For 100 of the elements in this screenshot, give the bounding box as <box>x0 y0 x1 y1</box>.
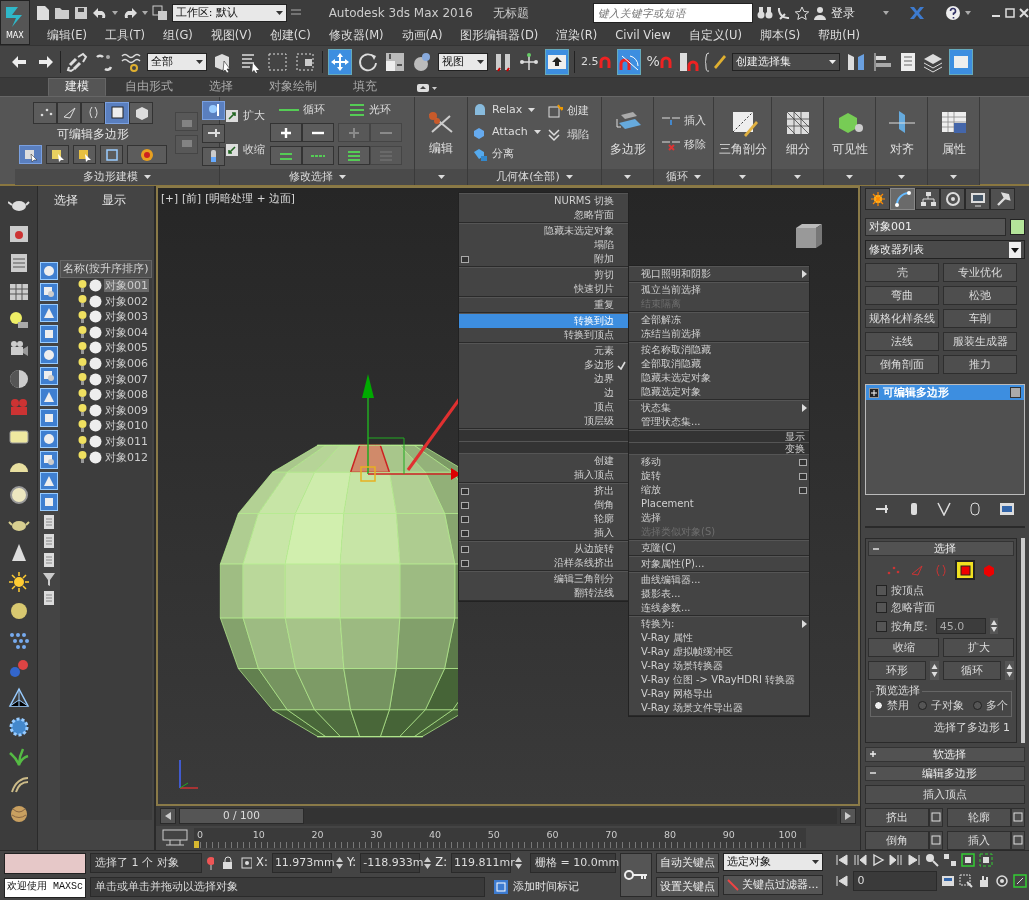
application-button[interactable]: MAX <box>0 0 30 45</box>
rollout-header[interactable]: 编辑多边形 <box>865 766 1025 781</box>
menu-item[interactable]: 隐藏选定对象 <box>629 385 809 399</box>
menu-item[interactable]: 修改器(M) <box>319 28 393 43</box>
modifier-button[interactable]: 松弛 <box>943 286 1017 306</box>
object-name-field[interactable]: 对象001 <box>865 218 1006 236</box>
ring-button[interactable]: 环形 <box>868 661 926 681</box>
menu-item[interactable]: Civil View <box>606 28 680 43</box>
menu-item[interactable]: 转换为: <box>629 617 809 631</box>
menu-item[interactable]: 脚本(S) <box>750 28 810 43</box>
menu-item[interactable]: 移动 <box>629 455 809 469</box>
menu-item[interactable]: 创建 <box>459 454 628 468</box>
menu-item[interactable]: 选择 <box>629 511 809 525</box>
object-name[interactable]: 对象011 <box>104 434 149 449</box>
workspace-dropdown[interactable]: 工作区: 默认 <box>171 4 287 22</box>
reference-coordinate-dropdown[interactable]: 视图 <box>438 52 488 71</box>
geometry-button[interactable]: 创建 <box>545 101 590 121</box>
sign-in-link[interactable]: 登录 <box>831 5 855 21</box>
modifier-list-dropdown[interactable]: 修改器列表 <box>865 240 1025 260</box>
menu-item[interactable]: 渲染(R) <box>547 28 607 43</box>
menu-item[interactable]: 按名称取消隐藏 <box>629 343 809 357</box>
set-key-mode-button[interactable]: 设置关键点 <box>656 877 719 897</box>
object-name[interactable]: 对象010 <box>104 419 149 433</box>
shrink-button[interactable]: 收缩 <box>868 638 939 658</box>
group-footer[interactable]: 几何体(全部) <box>468 169 601 185</box>
menu-item[interactable]: 隐藏未选定对象 <box>459 224 628 238</box>
menu-item[interactable]: 快速切片 <box>459 282 628 296</box>
grow-button[interactable]: 扩大 <box>943 638 1014 658</box>
shrink-button[interactable]: 收缩 <box>224 137 266 163</box>
menu-item[interactable]: 管理状态集... <box>629 415 809 429</box>
polygon-tool-button[interactable]: 倒角 <box>865 831 929 850</box>
polygon-tool-button[interactable]: 插入 <box>947 831 1011 850</box>
menu-item[interactable]: 编辑(E) <box>37 28 96 43</box>
menu-item[interactable]: 视口照明和阴影 <box>629 267 809 281</box>
modifier-button[interactable]: 专业优化 <box>943 263 1017 283</box>
rollout-header[interactable]: 软选择 <box>865 747 1025 762</box>
menu-item[interactable]: 动画(A) <box>392 28 452 43</box>
menu-item[interactable]: 元素 <box>459 344 628 358</box>
geometry-button[interactable]: Attach <box>472 123 542 141</box>
menu-item[interactable]: Placement <box>629 497 809 511</box>
menu-item[interactable]: V-Ray 场景文件导出器 <box>629 701 809 715</box>
tool-button[interactable]: 多边形 <box>606 109 649 157</box>
object-name[interactable]: 对象001 <box>104 279 149 293</box>
group-footer[interactable]: 修改选择 <box>220 169 414 185</box>
menu-item[interactable]: 重复 <box>459 298 628 312</box>
explorer-tab[interactable]: 显示 <box>102 194 126 208</box>
insert-vertex-button[interactable]: 插入顶点 <box>865 785 1025 804</box>
menu-item[interactable]: 边 <box>459 386 628 400</box>
modifier-button[interactable]: 倒角剖面 <box>865 355 939 375</box>
object-name[interactable]: 对象006 <box>104 356 149 371</box>
object-name[interactable]: 对象007 <box>104 372 149 386</box>
menu-item[interactable]: 倒角 <box>459 498 628 512</box>
menu-item[interactable]: 转换到顶点 <box>459 328 628 342</box>
menu-item[interactable]: 多边形 <box>459 358 628 372</box>
menu-item[interactable]: 缩放 <box>629 483 809 497</box>
timeline-ruler[interactable]: 0 10 20 30 40 50 60 70 80 90 100 <box>194 828 806 848</box>
geometry-button[interactable]: 塌陷 <box>545 125 590 145</box>
ribbon-tab[interactable]: 自由形式 <box>108 78 190 96</box>
menu-item[interactable]: V-Ray 网格导出 <box>629 687 809 701</box>
menu-item[interactable]: 对象属性(P)... <box>629 557 809 571</box>
menu-item[interactable]: 组(G) <box>153 28 202 43</box>
ring-button[interactable]: 光环 <box>338 101 402 119</box>
menu-item[interactable]: 附加 <box>459 252 628 266</box>
menu-item[interactable]: 从边旋转 <box>459 542 628 556</box>
ribbon-tab[interactable]: 填充 <box>336 78 394 96</box>
modifier-button[interactable]: 推力 <box>943 355 1017 375</box>
key-mode-dropdown[interactable]: 选定对象 <box>723 853 823 871</box>
explorer-tab[interactable]: 选择 <box>54 194 78 208</box>
snap-toggle-button[interactable]: 2.5 <box>580 48 612 75</box>
ribbon-tab[interactable]: 选择 <box>192 78 250 96</box>
modifier-button[interactable]: 弯曲 <box>865 286 939 306</box>
menu-item[interactable]: 塌陷 <box>459 238 628 252</box>
key-filters-button[interactable]: 关键点过滤器... <box>723 875 823 895</box>
coordinate-field[interactable]: 11.973mm <box>271 853 332 873</box>
menu-item[interactable]: 剪切 <box>459 268 628 282</box>
object-name[interactable]: 对象009 <box>104 403 149 417</box>
tool-button[interactable]: 三角剖分 <box>718 109 767 157</box>
menu-item[interactable]: 插入顶点 <box>459 468 628 482</box>
tool-button[interactable]: 细分 <box>776 109 819 157</box>
menu-item[interactable]: 状态集 <box>629 401 809 415</box>
menu-item[interactable]: 图形编辑器(D) <box>451 28 548 43</box>
modifier-button[interactable]: 车削 <box>943 309 1017 329</box>
menu-item[interactable]: 视图(V) <box>201 28 261 43</box>
object-name[interactable]: 对象002 <box>104 294 149 308</box>
object-name[interactable]: 对象012 <box>104 450 149 464</box>
selection-filter-dropdown[interactable]: 全部 <box>147 52 207 71</box>
tool-button[interactable]: 可见性 <box>828 109 871 157</box>
menu-item[interactable]: 旋转 <box>629 469 809 483</box>
menu-item[interactable]: 轮廓 <box>459 512 628 526</box>
viewport-label[interactable]: [+] <box>161 192 178 205</box>
auto-key-button[interactable]: 自动关键点 <box>656 853 719 873</box>
object-name[interactable]: 对象004 <box>104 325 149 339</box>
menu-item[interactable]: 全部解冻 <box>629 313 809 327</box>
menu-item[interactable]: V-Ray 位图 -> VRayHDRI 转换器 <box>629 673 809 687</box>
object-name[interactable]: 对象003 <box>104 310 149 324</box>
geometry-button[interactable]: Relax <box>472 101 542 119</box>
menu-item[interactable]: 孤立当前选择 <box>629 283 809 297</box>
menu-item[interactable]: 沿样条线挤出 <box>459 556 628 570</box>
frame-field[interactable]: 0 <box>852 871 937 891</box>
menu-item[interactable]: 边界 <box>459 372 628 386</box>
